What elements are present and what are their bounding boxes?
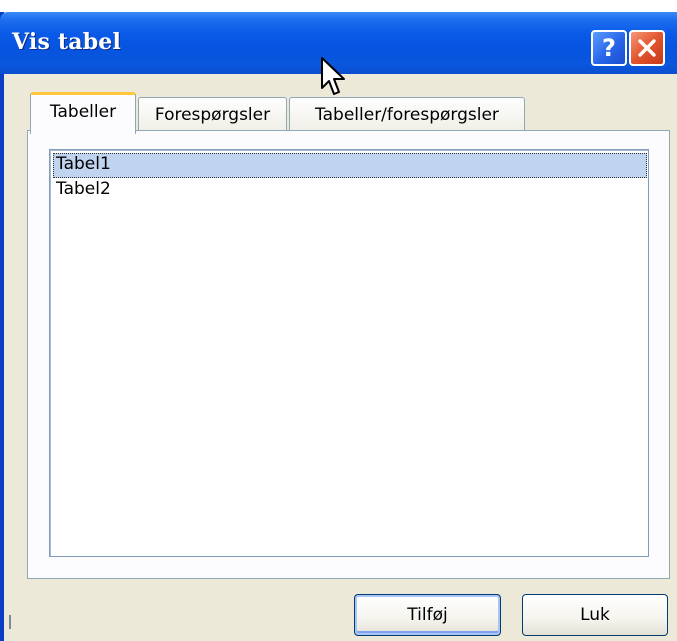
mouse-pointer-icon [321,57,345,95]
tab-panel: Tabel1 Tabel2 [27,130,670,579]
page-background [0,0,677,12]
close-window-button[interactable] [629,30,665,66]
tab-tabeller[interactable]: Tabeller [30,92,136,134]
close-button[interactable]: Luk [522,594,668,636]
tab-forespoergsler[interactable]: Forespørgsler [138,97,287,131]
window-title: Vis tabel [12,29,122,55]
tab-label: Tabeller [49,101,117,122]
tab-label: Forespørgsler [154,104,271,125]
list-item-tabel2[interactable]: Tabel2 [53,178,647,203]
window-edge-mark [9,615,11,629]
list-item-tabel1[interactable]: Tabel1 [53,153,647,178]
help-button[interactable]: ? [591,30,627,66]
vis-tabel-dialog: Vis tabel ? Tabeller Forespørgsler Tabel… [0,12,677,641]
tab-tabeller-forespoergsler[interactable]: Tabeller/forespørgsler [289,97,525,131]
add-button[interactable]: Tilføj [354,594,501,636]
close-x-icon [637,38,657,58]
tab-label: Tabeller/forespørgsler [315,104,499,125]
help-icon: ? [602,34,616,62]
table-list-box[interactable]: Tabel1 Tabel2 [49,149,649,557]
